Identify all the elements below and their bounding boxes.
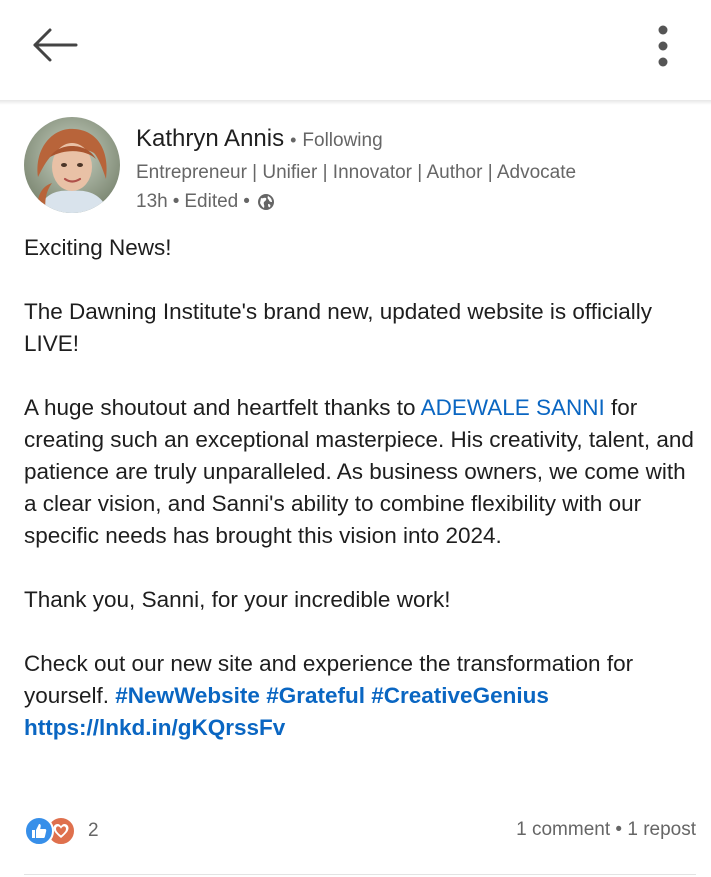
follow-status[interactable]: Following bbox=[302, 130, 382, 152]
mention-link[interactable]: ADEWALE SANNI bbox=[421, 395, 605, 420]
reactions-summary[interactable]: 2 bbox=[24, 815, 99, 847]
post-paragraph: Check out our new site and experience th… bbox=[24, 651, 634, 740]
avatar-photo bbox=[24, 117, 120, 213]
hashtag-link[interactable]: #Grateful bbox=[266, 683, 365, 708]
post-paragraph: Exciting News! bbox=[24, 235, 172, 260]
more-options-button[interactable] bbox=[640, 20, 686, 70]
separator-dot: • bbox=[172, 191, 180, 212]
top-bar bbox=[0, 0, 711, 100]
author-name[interactable]: Kathryn Annis bbox=[136, 125, 284, 153]
back-button[interactable] bbox=[28, 22, 84, 68]
post-body: Exciting News! The Dawning Institute's b… bbox=[24, 232, 700, 744]
footer-divider bbox=[24, 874, 696, 875]
separator-dot: • bbox=[243, 191, 250, 212]
post-meta: 13h • Edited • bbox=[136, 191, 275, 213]
post-time: 13h bbox=[136, 191, 168, 212]
post-url-link[interactable]: https://lnkd.in/gKQrssFv bbox=[24, 715, 285, 740]
globe-icon bbox=[257, 193, 275, 211]
comments-count-link[interactable]: 1 comment bbox=[516, 819, 610, 840]
top-bar-divider bbox=[0, 100, 711, 105]
reposts-count-link[interactable]: 1 repost bbox=[627, 819, 696, 840]
post-paragraph: A huge shoutout and heartfelt thanks to … bbox=[24, 395, 694, 548]
separator-dot: • bbox=[290, 130, 297, 150]
social-counts: 1 comment • 1 repost bbox=[516, 819, 696, 841]
hashtag-link[interactable]: #NewWebsite bbox=[115, 683, 260, 708]
edited-label: Edited bbox=[184, 191, 239, 212]
reaction-count: 2 bbox=[88, 820, 99, 841]
post-paragraph: Thank you, Sanni, for your incredible wo… bbox=[24, 587, 451, 612]
like-icon bbox=[24, 816, 54, 846]
post-paragraph: The Dawning Institute's brand new, updat… bbox=[24, 299, 652, 356]
hashtag-link[interactable]: #CreativeGenius bbox=[371, 683, 549, 708]
separator-dot: • bbox=[615, 819, 623, 840]
arrow-left-icon bbox=[33, 28, 78, 62]
author-line: Kathryn Annis • Following bbox=[136, 125, 383, 161]
vertical-dots-icon bbox=[658, 25, 668, 67]
author-avatar[interactable] bbox=[24, 117, 120, 213]
author-headline: Entrepreneur | Unifier | Innovator | Aut… bbox=[136, 162, 577, 183]
